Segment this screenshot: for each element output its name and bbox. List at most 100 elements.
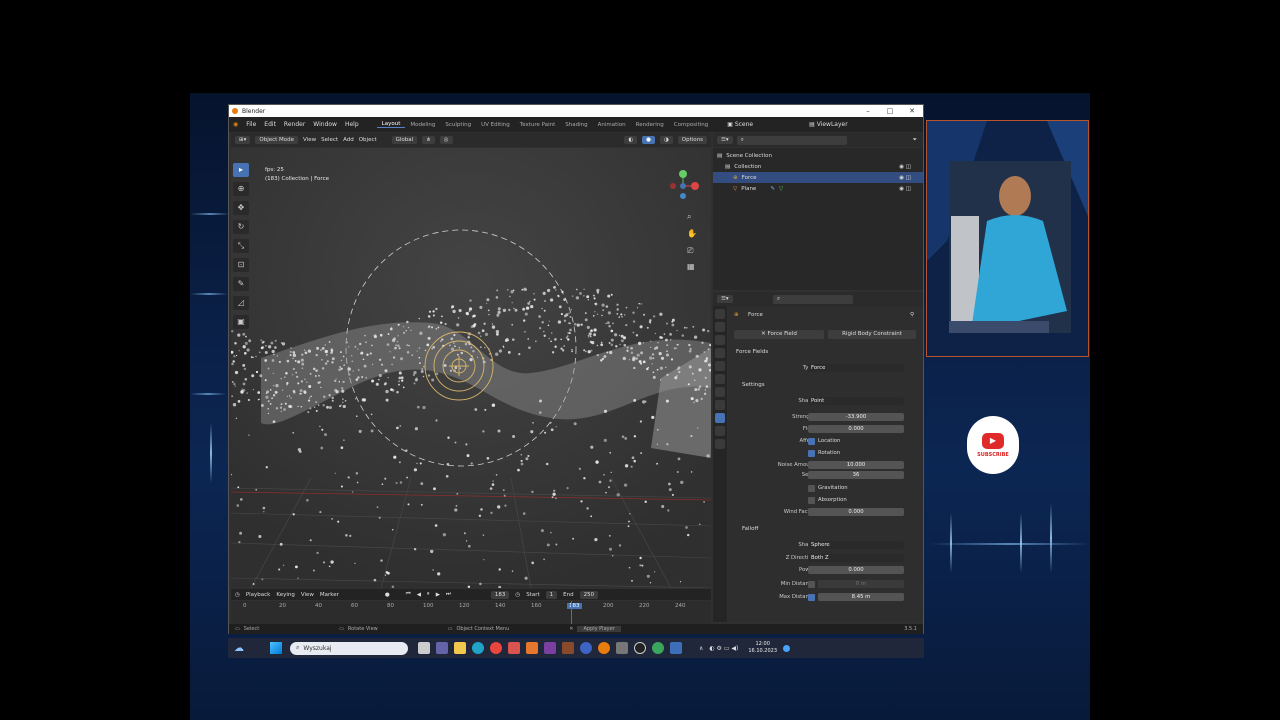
flow-field[interactable]: 0.000 bbox=[808, 425, 904, 433]
tab-texture-paint[interactable]: Texture Paint bbox=[515, 122, 561, 128]
app-icon-active[interactable] bbox=[670, 642, 682, 654]
min-distance-checkbox[interactable] bbox=[808, 580, 815, 588]
wind-factor-field[interactable]: 0.000 bbox=[808, 508, 904, 516]
viewlayer-selector[interactable]: ▤ ViewLayer bbox=[805, 121, 852, 128]
outliner-row-force[interactable]: ⊕ Force ◉ ◫ bbox=[713, 172, 923, 183]
noise-amount-field[interactable]: 10.000 bbox=[808, 461, 904, 469]
app-icon-green[interactable] bbox=[652, 642, 664, 654]
rotate-tool-icon[interactable]: ↻ bbox=[233, 220, 249, 234]
render-tab-icon[interactable] bbox=[715, 322, 725, 332]
app-icon-orange[interactable] bbox=[526, 642, 538, 654]
widgets-icon[interactable]: ☁ bbox=[234, 643, 244, 654]
snap-button[interactable]: ⋔ bbox=[422, 136, 435, 144]
end-frame-field[interactable]: 250 bbox=[579, 590, 599, 599]
tab-layout[interactable]: Layout bbox=[376, 121, 406, 128]
constraints-tab-icon[interactable] bbox=[715, 426, 725, 436]
eye-icon[interactable]: ◉ ◫ bbox=[899, 175, 911, 181]
perspective-toggle-icon[interactable]: ▦ bbox=[687, 262, 695, 271]
menu-playback[interactable]: Playback bbox=[246, 592, 271, 598]
type-dropdown[interactable]: Force bbox=[808, 364, 904, 372]
pin-icon[interactable]: ⚲ bbox=[910, 312, 914, 318]
menu-view[interactable]: View bbox=[303, 137, 316, 143]
scale-tool-icon[interactable]: ⤡ bbox=[233, 239, 249, 253]
filter-icon[interactable]: ⏷ bbox=[913, 137, 917, 144]
close-icon[interactable]: ✕ bbox=[569, 626, 573, 632]
section-settings[interactable]: Settings bbox=[742, 382, 765, 388]
max-distance-field[interactable]: 8.45 m bbox=[818, 593, 904, 601]
properties-search-input[interactable]: ⌕ bbox=[773, 295, 853, 304]
gravitation-checkbox[interactable] bbox=[808, 484, 815, 492]
taskbar-search-input[interactable]: ⌕ Wyszukaj bbox=[290, 641, 408, 655]
task-view-icon[interactable] bbox=[418, 642, 430, 654]
tab-compositing[interactable]: Compositing bbox=[669, 122, 713, 128]
section-falloff[interactable]: Falloff bbox=[742, 526, 758, 532]
outliner-row-scene-collection[interactable]: ▤ Scene Collection bbox=[713, 150, 923, 161]
pause-icon[interactable]: ⏸ bbox=[427, 591, 430, 598]
start-button-icon[interactable] bbox=[270, 642, 282, 654]
menu-render[interactable]: Render bbox=[280, 121, 309, 128]
shape-dropdown[interactable]: Point bbox=[808, 397, 904, 405]
menu-edit[interactable]: Edit bbox=[260, 121, 280, 128]
blender-menu-icon[interactable]: ◉ bbox=[229, 121, 242, 128]
select-box-tool-icon[interactable]: ▸ bbox=[233, 163, 249, 177]
tab-uv-editing[interactable]: UV Editing bbox=[476, 122, 515, 128]
min-distance-field[interactable]: 0 m bbox=[818, 580, 904, 588]
shading-solid-button[interactable]: ● bbox=[642, 136, 655, 144]
jump-start-icon[interactable]: ⏮ bbox=[406, 591, 411, 598]
tab-shading[interactable]: Shading bbox=[560, 122, 592, 128]
timeline[interactable]: 0 20 40 60 80 100 120 140 160 183 200 220 240 bbox=[231, 601, 711, 625]
falloff-shape-dropdown[interactable]: Sphere bbox=[808, 541, 904, 549]
object-tab-icon[interactable] bbox=[715, 400, 725, 410]
file-explorer-icon[interactable] bbox=[454, 642, 466, 654]
annotate-tool-icon[interactable]: ✎ bbox=[233, 277, 249, 291]
edge-icon[interactable] bbox=[472, 642, 484, 654]
scene-selector[interactable]: ▣ Scene bbox=[723, 121, 757, 128]
app-icon-purple[interactable] bbox=[544, 642, 556, 654]
measure-tool-icon[interactable]: ◿ bbox=[233, 296, 249, 310]
minimize-button[interactable]: – bbox=[857, 105, 879, 117]
power-field[interactable]: 0.000 bbox=[808, 566, 904, 574]
camera-view-icon[interactable]: ⎚ bbox=[687, 246, 693, 256]
menu-select[interactable]: Select bbox=[321, 137, 338, 143]
add-cube-tool-icon[interactable]: ▣ bbox=[233, 315, 249, 329]
tray-chevron-icon[interactable]: ∧ bbox=[699, 645, 703, 652]
taskbar-clock[interactable]: 12:00 16.10.2023 bbox=[748, 641, 777, 655]
affect-location-checkbox[interactable] bbox=[808, 437, 815, 445]
outliner-row-collection[interactable]: ▤ Collection ◉ ◫ bbox=[713, 161, 923, 172]
menu-help[interactable]: Help bbox=[341, 121, 363, 128]
menu-keying[interactable]: Keying bbox=[276, 592, 294, 598]
menu-add[interactable]: Add bbox=[343, 137, 354, 143]
outliner-search-input[interactable]: ⌕ bbox=[736, 135, 847, 145]
strength-field[interactable]: -33.900 bbox=[808, 413, 904, 421]
options-dropdown[interactable]: Options bbox=[677, 136, 707, 144]
pan-hand-icon[interactable]: ✋ bbox=[687, 229, 697, 238]
affect-rotation-checkbox[interactable] bbox=[808, 449, 815, 457]
cursor-tool-icon[interactable]: ⊕ bbox=[233, 182, 249, 196]
close-button[interactable]: ✕ bbox=[901, 105, 923, 117]
unreal-icon[interactable] bbox=[634, 642, 646, 654]
jump-end-icon[interactable]: ⏭ bbox=[446, 591, 451, 598]
app-icon-brown[interactable] bbox=[562, 642, 574, 654]
app-icon-blue[interactable] bbox=[580, 642, 592, 654]
outliner-row-plane[interactable]: ▽ Plane ✎ ▽ ◉ ◫ bbox=[713, 183, 923, 194]
current-frame-field[interactable]: 183 bbox=[490, 590, 510, 599]
navigation-gizmo[interactable]: ⌕ ✋ ⎚ ▦ bbox=[659, 156, 705, 276]
absorption-checkbox[interactable] bbox=[808, 496, 815, 504]
blender-taskbar-icon[interactable] bbox=[598, 642, 610, 654]
menu-timeline-view[interactable]: View bbox=[301, 592, 314, 598]
editor-type-button[interactable]: ⊞▾ bbox=[235, 136, 251, 144]
menu-object[interactable]: Object bbox=[359, 137, 377, 143]
physics-tab-icon[interactable] bbox=[715, 413, 725, 423]
app-icon-red[interactable] bbox=[508, 642, 520, 654]
view-layer-tab-icon[interactable] bbox=[715, 348, 725, 358]
max-distance-checkbox[interactable] bbox=[808, 593, 815, 601]
play-icon[interactable]: ▶ bbox=[436, 592, 440, 598]
section-force-fields[interactable]: Force Fields bbox=[736, 349, 768, 355]
proportional-edit-button[interactable]: ◎ bbox=[439, 136, 453, 144]
orientation-dropdown[interactable]: Global bbox=[391, 136, 418, 144]
3d-viewport[interactable]: ▸ ⊕ ✥ ↻ ⤡ ⊡ ✎ ◿ ▣ fps: 25 (183) Collecti… bbox=[231, 148, 711, 588]
seed-field[interactable]: 36 bbox=[808, 471, 904, 479]
zoom-icon[interactable]: ⌕ bbox=[687, 212, 691, 222]
timeline-editor-icon[interactable]: ◷ bbox=[235, 592, 240, 598]
menu-marker[interactable]: Marker bbox=[320, 592, 339, 598]
